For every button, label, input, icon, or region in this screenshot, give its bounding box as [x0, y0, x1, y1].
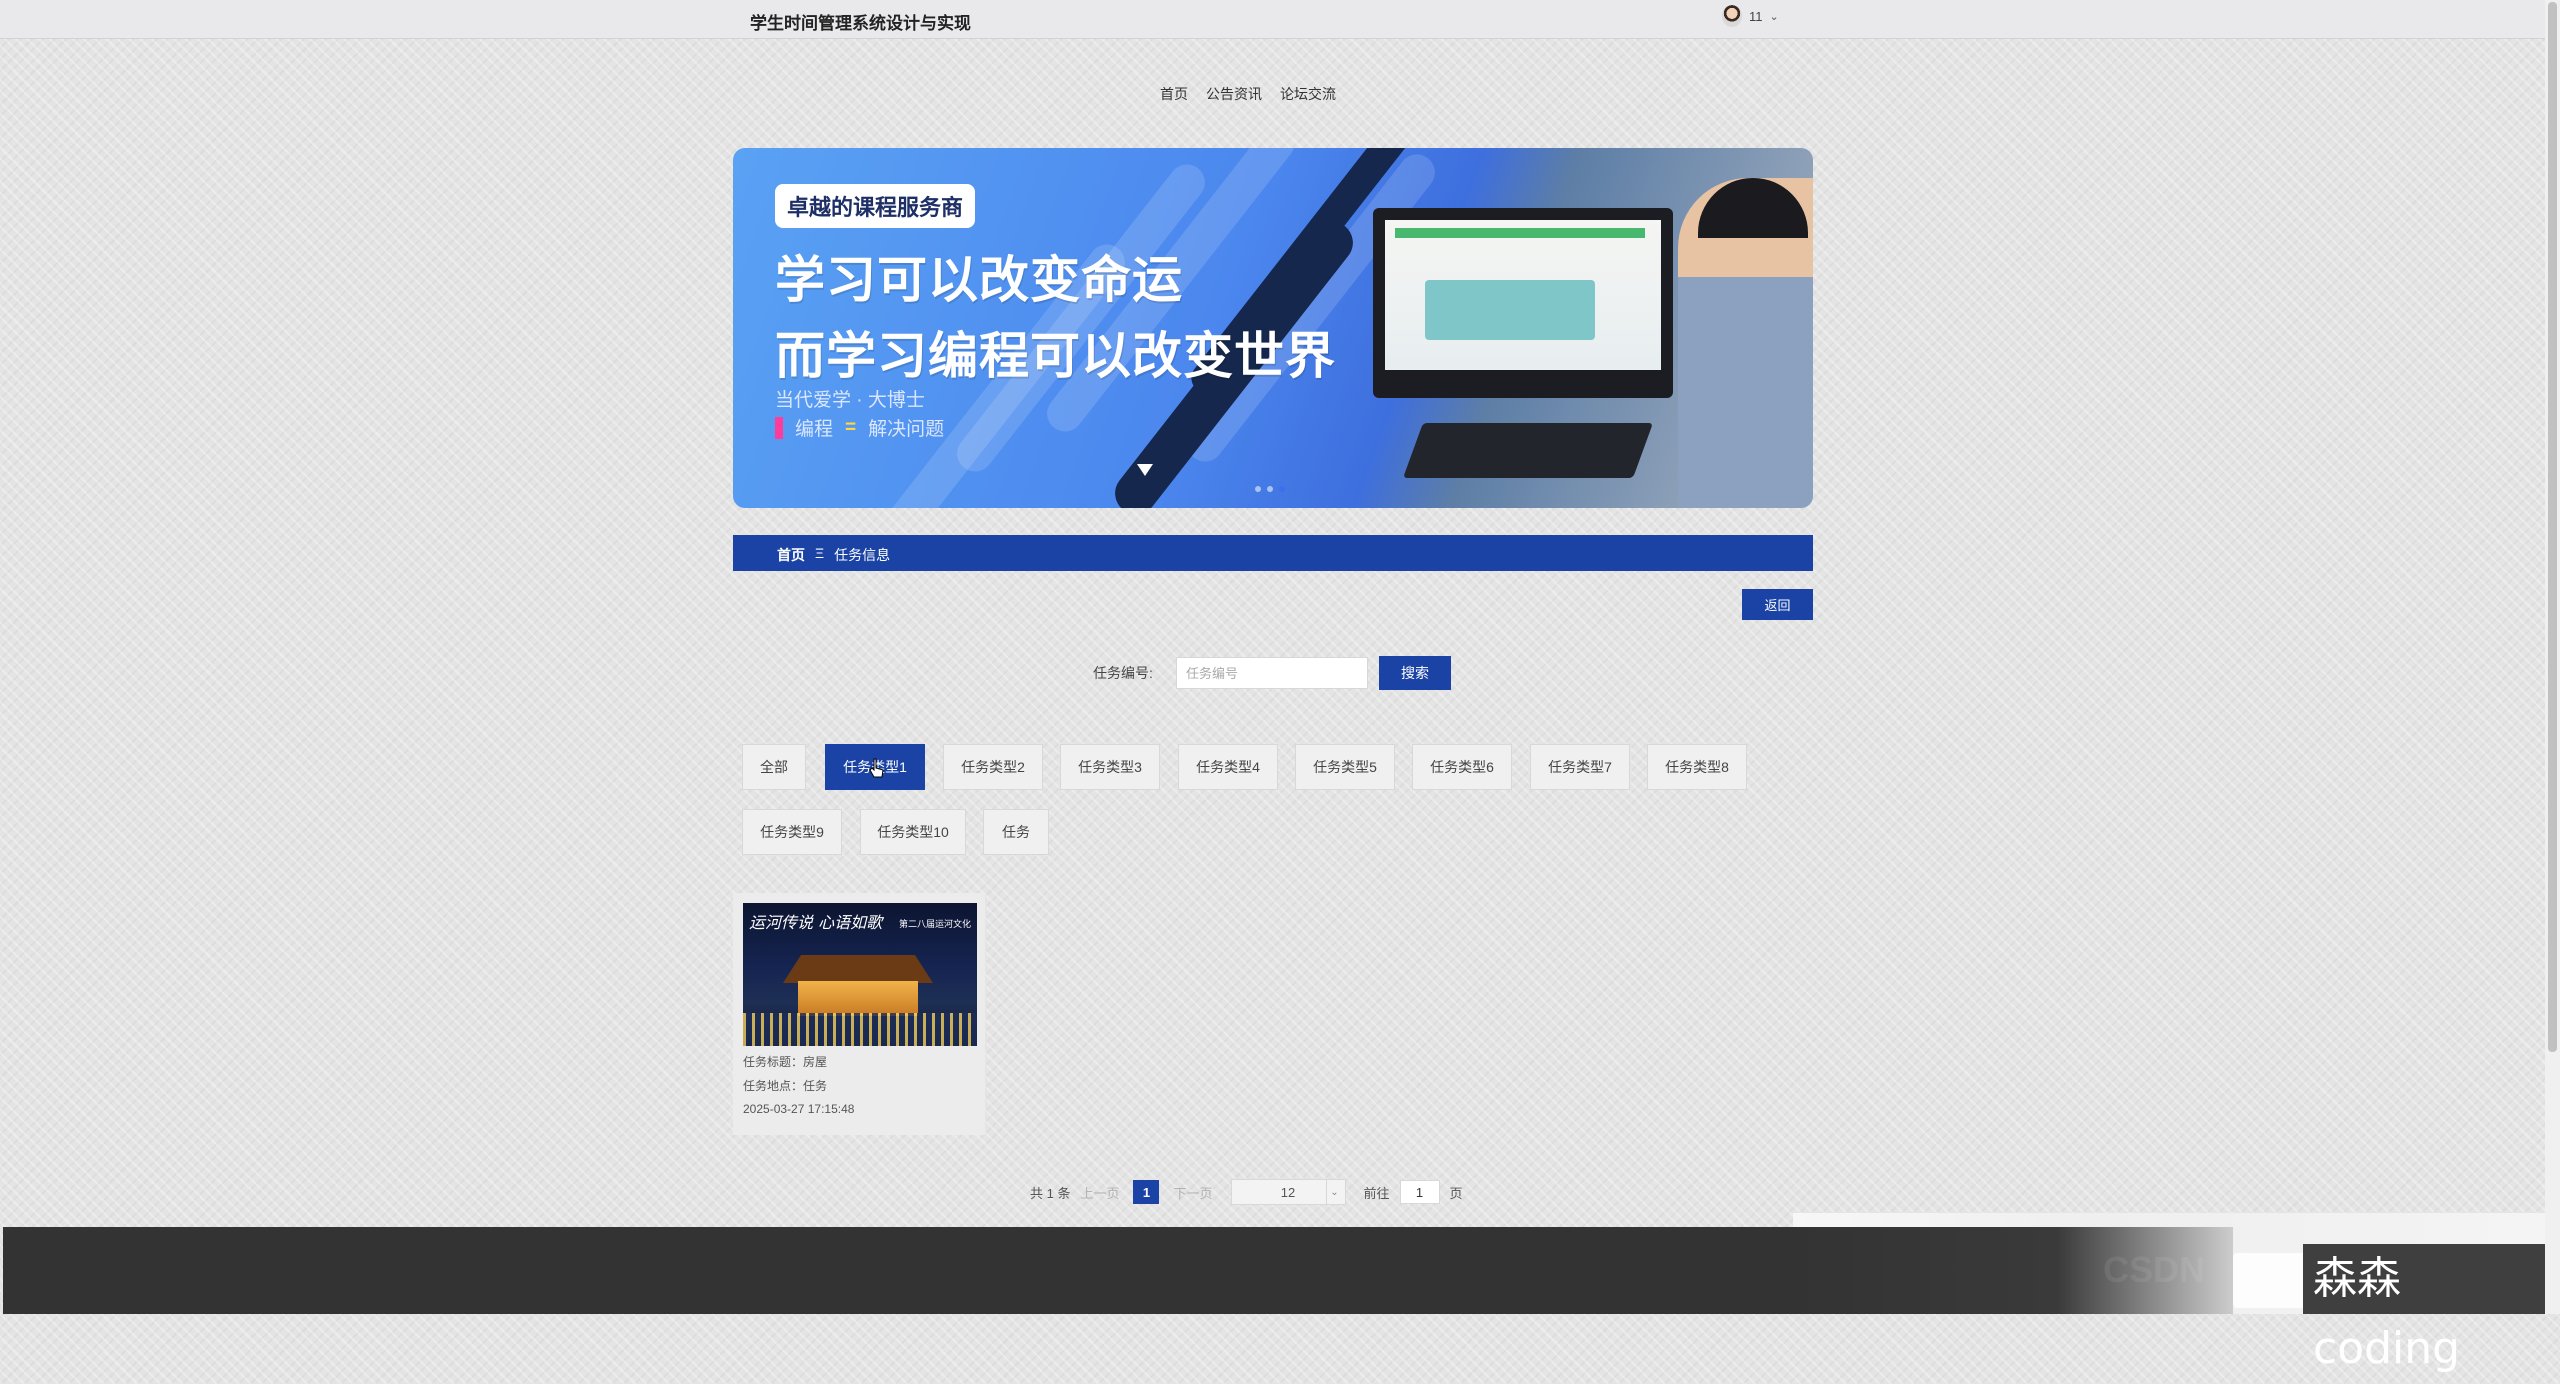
search-button[interactable]: 搜索	[1379, 656, 1451, 690]
page-size-select[interactable]: 12 ⌄	[1230, 1179, 1346, 1205]
goto-page-input[interactable]	[1399, 1180, 1440, 1204]
category-type5[interactable]: 任务类型5	[1295, 744, 1395, 790]
category-type10[interactable]: 任务类型10	[860, 809, 966, 855]
user-menu[interactable]: 11 ⌄	[1722, 5, 1779, 27]
task-title: 任务标题：房屋	[743, 1055, 828, 1069]
watermark: 森森coding	[2303, 1244, 2545, 1374]
breadcrumb-home[interactable]: 首页	[777, 545, 805, 565]
category-type6[interactable]: 任务类型6	[1412, 744, 1512, 790]
nav-home[interactable]: 首页	[1160, 84, 1188, 104]
task-card[interactable]: 运河传说 心语如歌 第二八届运河文化 任务标题：房屋 任务地点：任务 2025-…	[733, 893, 985, 1135]
nav-news[interactable]: 公告资讯	[1206, 84, 1262, 104]
pagination-total: 共 1 条	[1030, 1185, 1071, 1201]
category-type2[interactable]: 任务类型2	[943, 744, 1043, 790]
page-suffix: 页	[1449, 1185, 1463, 1201]
site-title: 学生时间管理系统设计与实现	[750, 14, 971, 33]
category-type7[interactable]: 任务类型7	[1530, 744, 1630, 790]
search-label: 任务编号:	[1093, 665, 1153, 681]
breadcrumb: 首页 Ξ 任务信息	[777, 545, 890, 565]
image-calligraphy-small: 第二八届运河文化	[898, 920, 971, 930]
nav-forum[interactable]: 论坛交流	[1280, 84, 1336, 104]
banner-headline-1: 学习可以改变命运	[775, 252, 1183, 308]
chevron-down-icon[interactable]: ⌄	[1770, 10, 1779, 23]
breadcrumb-separator: Ξ	[815, 545, 825, 561]
task-image[interactable]: 运河传说 心语如歌 第二八届运河文化	[743, 903, 977, 1046]
footer	[3, 1227, 1795, 1314]
banner-keyboard	[1402, 423, 1654, 478]
banner-headline-2: 而学习编程可以改变世界	[775, 328, 1336, 384]
scrollbar[interactable]	[2545, 0, 2560, 1314]
category-all[interactable]: 全部	[742, 744, 806, 790]
category-type3[interactable]: 任务类型3	[1060, 744, 1160, 790]
back-button[interactable]: 返回	[1742, 589, 1813, 620]
main-nav: 首页 公告资讯 论坛交流	[1160, 84, 1336, 104]
breadcrumb-bar: 首页 Ξ 任务信息	[733, 535, 1813, 571]
carousel-dot-active[interactable]	[1279, 486, 1285, 492]
category-task[interactable]: 任务	[983, 809, 1049, 855]
chevron-down-icon[interactable]: ⌄	[1325, 1180, 1343, 1204]
banner-subtitle-2: 编程 = 解决问题	[775, 414, 944, 441]
banner-subtitle: 当代爱学 · 大博士	[775, 390, 925, 411]
page-number-current[interactable]: 1	[1133, 1180, 1160, 1204]
carousel-dot[interactable]	[1267, 486, 1273, 492]
pagination: 共 1 条 上一页 1 下一页 12 ⌄ 前往 页	[1030, 1179, 1463, 1205]
scrollbar-thumb[interactable]	[2548, 2, 2557, 1052]
prev-page-button[interactable]: 上一页	[1080, 1183, 1119, 1202]
banner-person	[1678, 178, 1813, 508]
image-calligraphy: 运河传说 心语如歌	[749, 913, 883, 932]
top-bar: 学生时间管理系统设计与实现 11 ⌄	[0, 0, 2545, 39]
avatar[interactable]	[1722, 5, 1742, 27]
category-type9[interactable]: 任务类型9	[742, 809, 842, 855]
task-time: 2025-03-27 17:15:48	[743, 1102, 855, 1116]
banner-monitor	[1373, 208, 1673, 398]
banner-tag: 卓越的课程服务商	[775, 184, 976, 228]
search-input[interactable]	[1176, 657, 1368, 689]
username[interactable]: 11	[1749, 9, 1763, 24]
banner-carousel[interactable]: 卓越的课程服务商 学习可以改变命运 而学习编程可以改变世界 当代爱学 · 大博士…	[733, 148, 1813, 508]
carousel-indicators[interactable]	[1255, 486, 1285, 492]
breadcrumb-current: 任务信息	[834, 547, 891, 563]
goto-label: 前往	[1363, 1185, 1390, 1201]
category-type4[interactable]: 任务类型4	[1178, 744, 1278, 790]
task-location: 任务地点：任务	[743, 1079, 828, 1093]
carousel-dot[interactable]	[1255, 486, 1261, 492]
category-type8[interactable]: 任务类型8	[1647, 744, 1747, 790]
next-page-button[interactable]: 下一页	[1173, 1183, 1212, 1202]
